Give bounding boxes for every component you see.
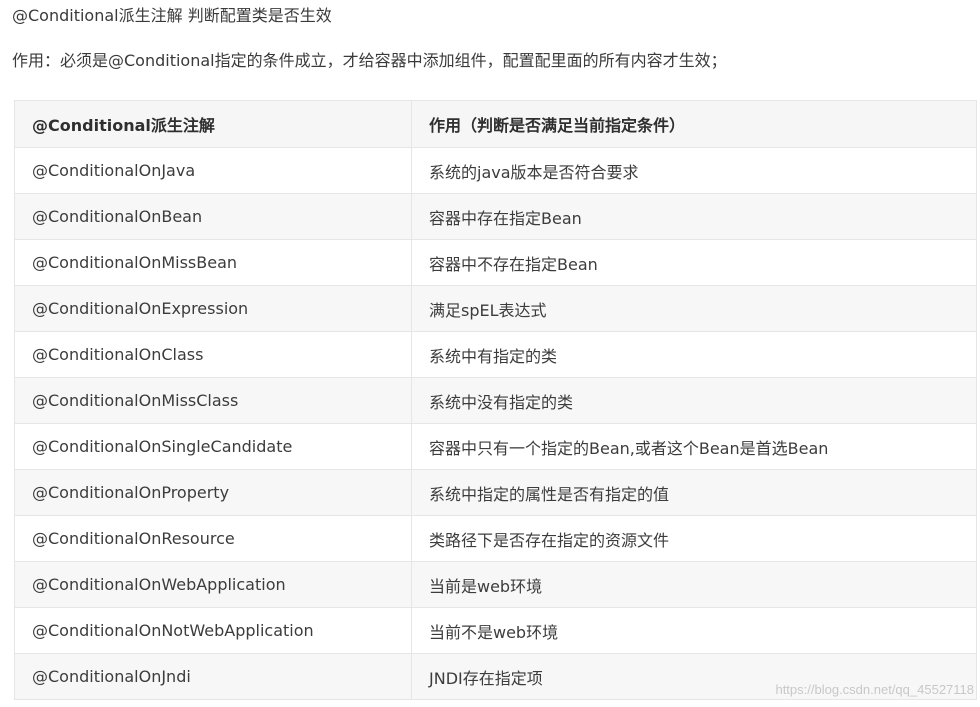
table-row: @ConditionalOnMissBean 容器中不存在指定Bean — [14, 239, 977, 286]
table-row: @ConditionalOnWebApplication 当前是web环境 — [14, 561, 977, 608]
annotation-cell: @ConditionalOnExpression — [14, 285, 412, 332]
table-row: @ConditionalOnResource 类路径下是否存在指定的资源文件 — [14, 515, 977, 562]
conditional-annotations-table: @Conditional派生注解 作用（判断是否满足当前指定条件） @Condi… — [14, 100, 977, 700]
purpose-cell: 当前不是web环境 — [411, 607, 977, 654]
annotation-cell: @ConditionalOnClass — [14, 331, 412, 378]
table-row: @ConditionalOnMissClass 系统中没有指定的类 — [14, 377, 977, 424]
table-header-row: @Conditional派生注解 作用（判断是否满足当前指定条件） — [14, 100, 977, 148]
annotation-cell: @ConditionalOnJndi — [14, 653, 412, 700]
annotation-cell: @ConditionalOnNotWebApplication — [14, 607, 412, 654]
annotation-cell: @ConditionalOnJava — [14, 147, 412, 194]
purpose-cell: 当前是web环境 — [411, 561, 977, 608]
annotation-cell: @ConditionalOnProperty — [14, 469, 412, 516]
table-row: @ConditionalOnProperty 系统中指定的属性是否有指定的值 — [14, 469, 977, 516]
purpose-cell: 类路径下是否存在指定的资源文件 — [411, 515, 977, 562]
column-header-annotation: @Conditional派生注解 — [14, 100, 412, 148]
annotation-cell: @ConditionalOnResource — [14, 515, 412, 562]
column-header-purpose: 作用（判断是否满足当前指定条件） — [411, 100, 977, 148]
annotation-cell: @ConditionalOnMissBean — [14, 239, 412, 286]
table-row: @ConditionalOnBean 容器中存在指定Bean — [14, 193, 977, 240]
purpose-cell: 容器中存在指定Bean — [411, 193, 977, 240]
page-title: @Conditional派生注解 判断配置类是否生效 — [12, 6, 332, 25]
table-row: @ConditionalOnExpression 满足spEL表达式 — [14, 285, 977, 332]
purpose-cell: 系统中指定的属性是否有指定的值 — [411, 469, 977, 516]
watermark: https://blog.csdn.net/qq_45527118 — [775, 682, 974, 697]
annotation-cell: @ConditionalOnMissClass — [14, 377, 412, 424]
table-row: @ConditionalOnJava 系统的java版本是否符合要求 — [14, 147, 977, 194]
purpose-cell: 系统中有指定的类 — [411, 331, 977, 378]
purpose-cell: 系统中没有指定的类 — [411, 377, 977, 424]
table-row: @ConditionalOnNotWebApplication 当前不是web环… — [14, 607, 977, 654]
purpose-cell: 容器中只有一个指定的Bean,或者这个Bean是首选Bean — [411, 423, 977, 470]
annotation-cell: @ConditionalOnWebApplication — [14, 561, 412, 608]
purpose-cell: 容器中不存在指定Bean — [411, 239, 977, 286]
annotation-cell: @ConditionalOnBean — [14, 193, 412, 240]
purpose-cell: 系统的java版本是否符合要求 — [411, 147, 977, 194]
annotation-cell: @ConditionalOnSingleCandidate — [14, 423, 412, 470]
table-row: @ConditionalOnSingleCandidate 容器中只有一个指定的… — [14, 423, 977, 470]
table-row: @ConditionalOnClass 系统中有指定的类 — [14, 331, 977, 378]
purpose-cell: 满足spEL表达式 — [411, 285, 977, 332]
intro-text: 作用：必须是@Conditional指定的条件成立，才给容器中添加组件，配置配里… — [12, 51, 727, 70]
